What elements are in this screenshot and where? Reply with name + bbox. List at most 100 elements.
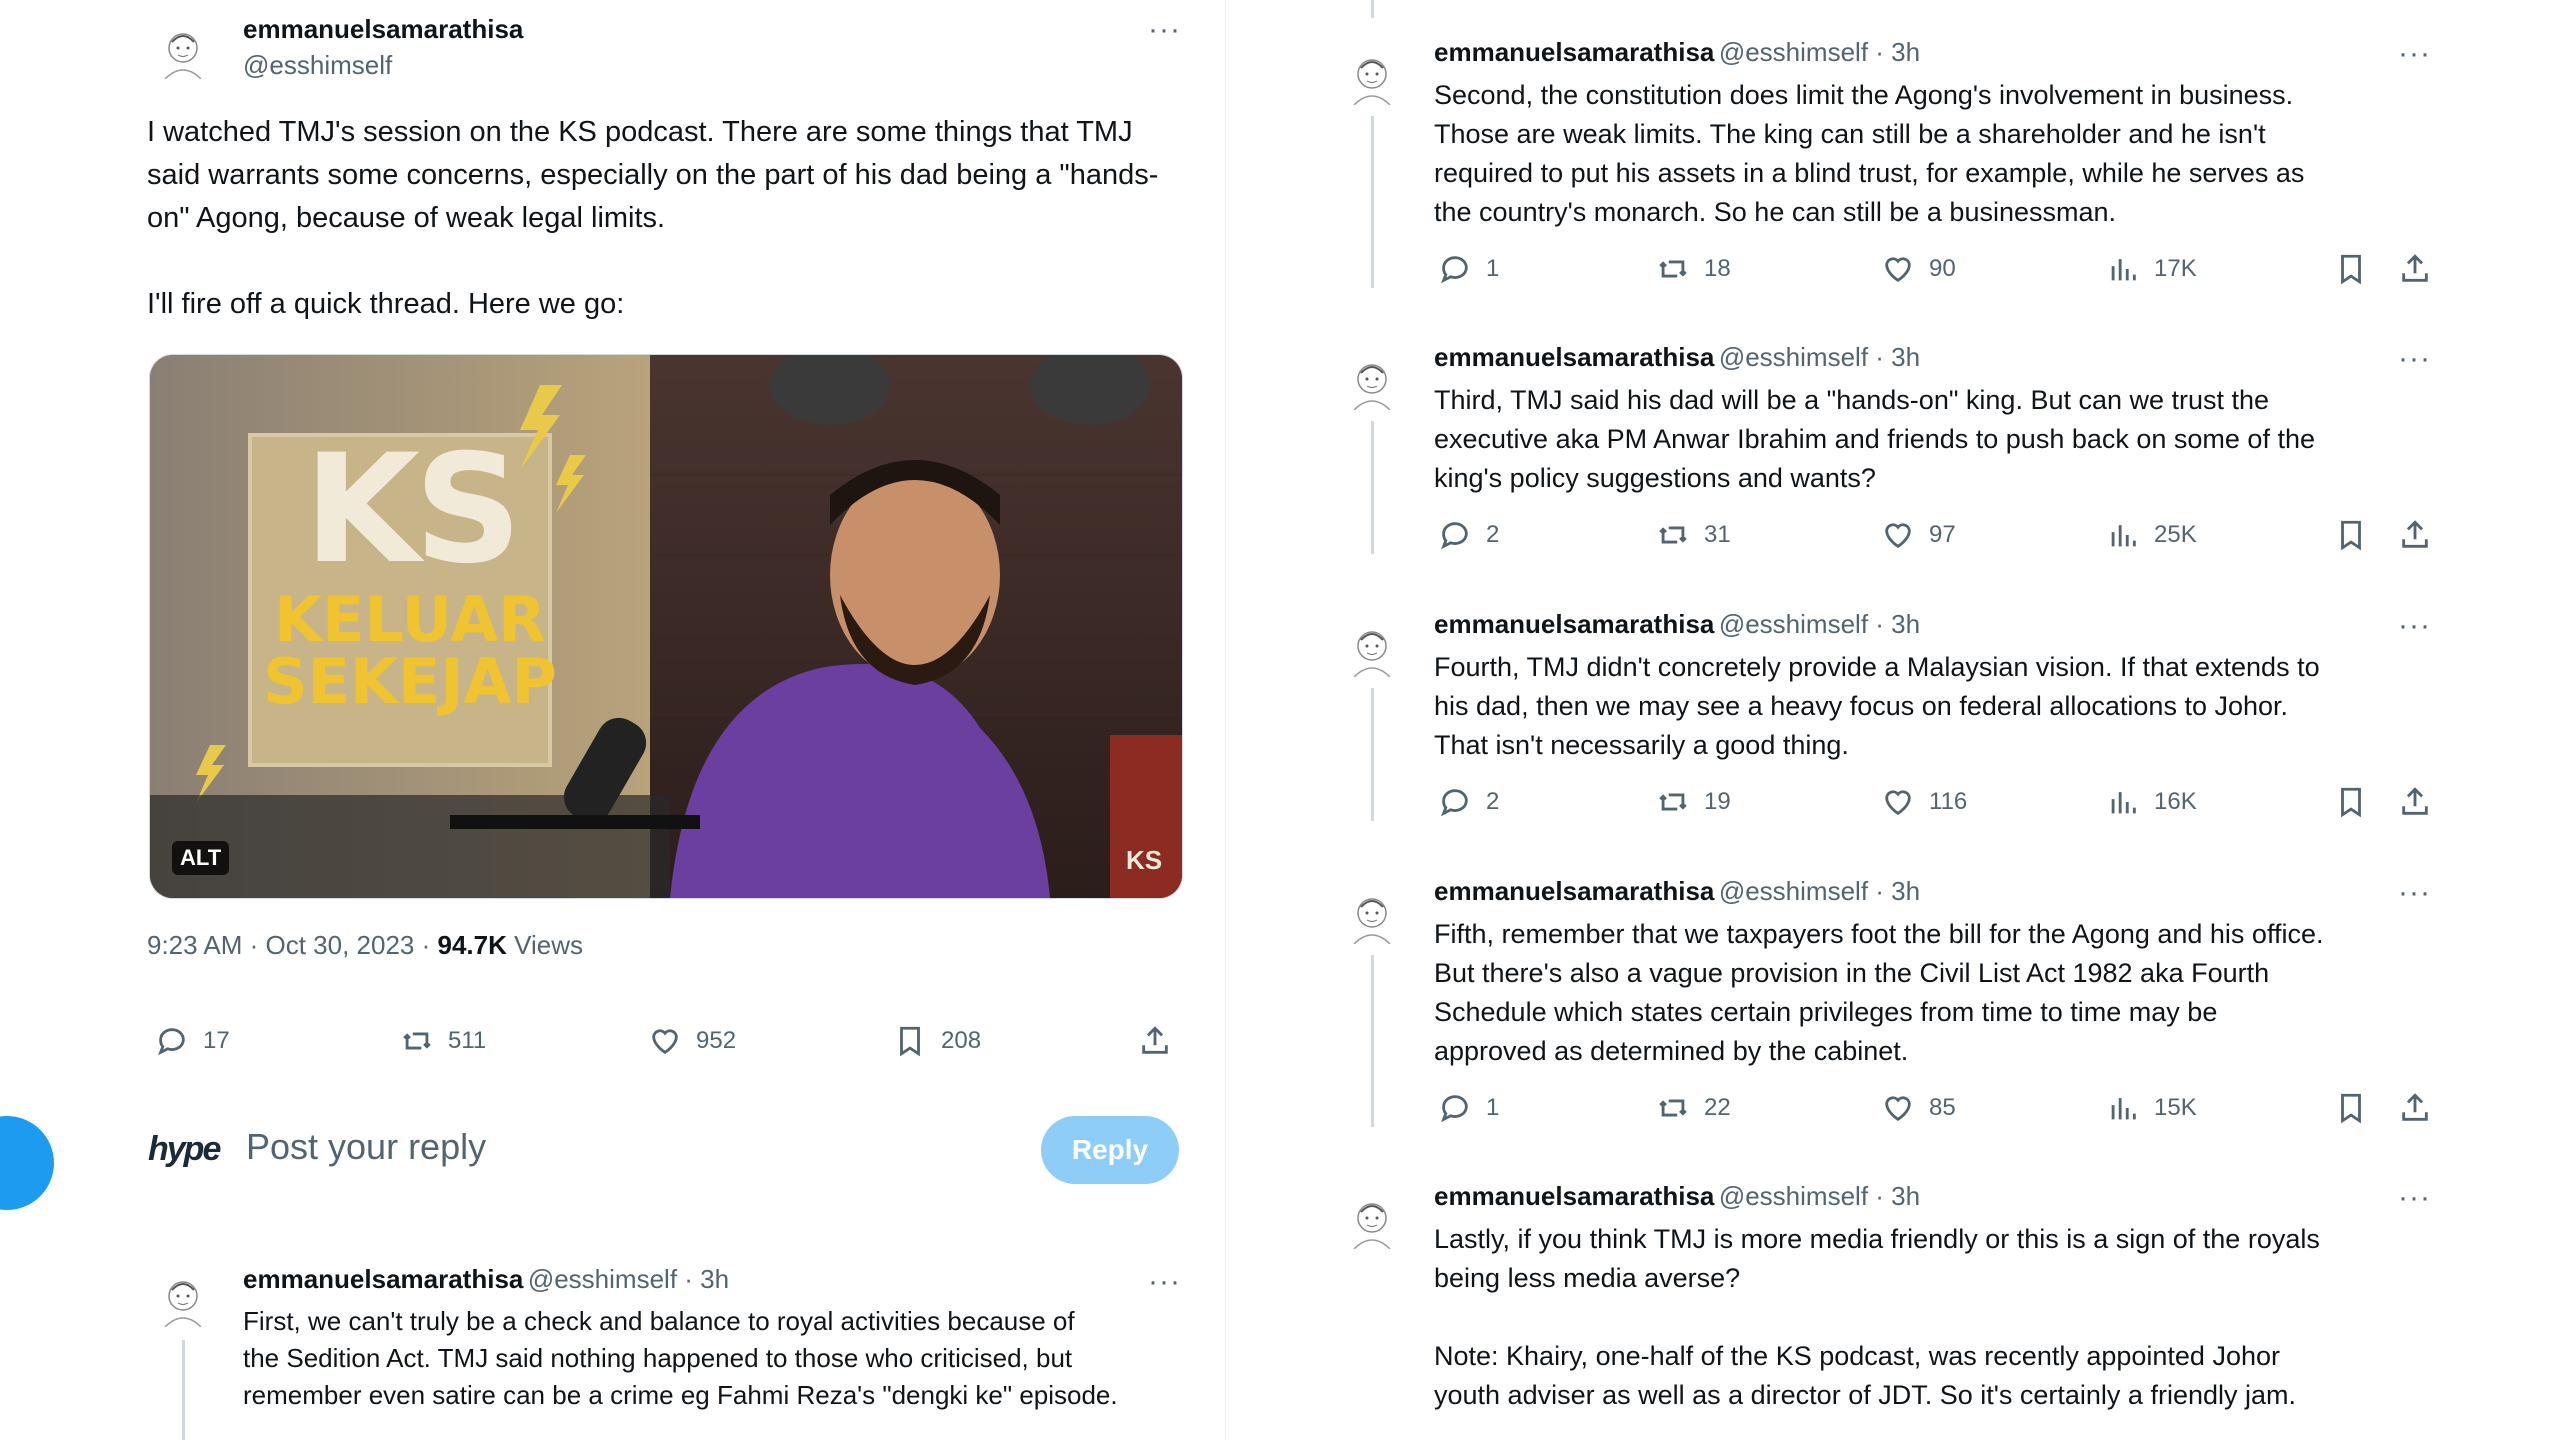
tweet-timestamp: 9:23 AM · Oct 30, 2023 · 94.7K Views: [147, 930, 583, 961]
reply-action[interactable]: 2: [1438, 518, 1499, 552]
author-name[interactable]: emmanuelsamarathisa: [1434, 1181, 1714, 1211]
like-action[interactable]: 90: [1881, 252, 1956, 286]
tweet-text: Fourth, TMJ didn't concretely provide a …: [1434, 652, 2320, 760]
thread-author-avatar[interactable]: [1339, 1188, 1405, 1254]
reply-count: 2: [1486, 788, 1500, 815]
bookmark-icon: [2341, 254, 2361, 285]
tweet-media[interactable]: KS KELUAR SEKEJAP ALT KS: [149, 354, 1183, 899]
bookmark-action[interactable]: [2334, 1091, 2368, 1125]
more-options-icon[interactable]: ···: [1148, 1267, 1181, 1297]
author-name[interactable]: emmanuelsamarathisa: [243, 14, 523, 45]
sketch-portrait-icon: [1352, 1203, 1392, 1251]
views-action[interactable]: 16K: [2106, 785, 2197, 819]
retweet-count: 19: [1704, 788, 1731, 815]
tweet-time[interactable]: · 3h: [1868, 1181, 1920, 1211]
reply-icon: [1441, 522, 1468, 550]
reply-action[interactable]: 17: [155, 1024, 230, 1058]
tweet-time[interactable]: · 3h: [1868, 876, 1920, 906]
like-action[interactable]: 952: [648, 1024, 736, 1058]
more-options-icon[interactable]: ···: [2398, 1183, 2431, 1213]
bookmark-action[interactable]: [2334, 518, 2368, 552]
reply-action[interactable]: 1: [1438, 252, 1499, 286]
thread-author-avatar[interactable]: [150, 1266, 216, 1332]
tweet-text: Second, the constitution does limit the …: [1434, 80, 2305, 227]
share-icon: [2402, 1093, 2428, 1121]
reply-icon: [1441, 256, 1468, 284]
more-options-icon[interactable]: ···: [2398, 39, 2431, 69]
author-handle[interactable]: @esshimself: [528, 1264, 677, 1294]
like-action[interactable]: 97: [1881, 518, 1956, 552]
author-name[interactable]: emmanuelsamarathisa: [1434, 876, 1714, 906]
author-name[interactable]: emmanuelsamarathisa: [1434, 342, 1714, 372]
bookmark-icon: [2341, 520, 2361, 551]
views-action[interactable]: 17K: [2106, 252, 2197, 286]
tweet-time[interactable]: · 3h: [1868, 342, 1920, 372]
author-handle[interactable]: @esshimself: [1719, 876, 1868, 906]
retweet-action[interactable]: 22: [1656, 1091, 1731, 1125]
like-count: 85: [1929, 1094, 1956, 1121]
author-handle[interactable]: @esshimself: [1719, 342, 1868, 372]
retweet-icon: [1659, 793, 1687, 811]
retweet-action[interactable]: 31: [1656, 518, 1731, 552]
tweet-time[interactable]: · 3h: [677, 1264, 729, 1294]
heart-icon: [1885, 523, 1911, 549]
retweet-icon: [1659, 526, 1687, 544]
share-action[interactable]: [2398, 518, 2432, 552]
more-options-icon[interactable]: ···: [1148, 15, 1181, 45]
thread-tweet-header: emmanuelsamarathisa @esshimself · 3h: [243, 1264, 729, 1295]
thread-author-avatar[interactable]: [1339, 616, 1405, 682]
more-options-icon[interactable]: ···: [2398, 611, 2431, 641]
share-action[interactable]: [2398, 785, 2432, 819]
share-action[interactable]: [2398, 1091, 2432, 1125]
retweet-action[interactable]: 511: [400, 1024, 486, 1058]
main-tweet-panel: emmanuelsamarathisa @esshimself ··· I wa…: [0, 0, 1225, 1440]
views-icon: [2111, 259, 2136, 281]
author-handle[interactable]: @esshimself: [1719, 609, 1868, 639]
retweet-action[interactable]: 18: [1656, 252, 1731, 286]
more-options-icon[interactable]: ···: [2398, 878, 2431, 908]
author-handle[interactable]: @esshimself: [1719, 37, 1868, 67]
views-action[interactable]: 15K: [2106, 1091, 2197, 1125]
bookmark-action[interactable]: [2334, 252, 2368, 286]
reply-button[interactable]: Reply: [1041, 1116, 1179, 1184]
sketch-portrait-icon: [1352, 364, 1392, 412]
share-icon: [1142, 1026, 1168, 1054]
tweet-time[interactable]: · 3h: [1868, 37, 1920, 67]
author-avatar[interactable]: [150, 18, 216, 84]
reply-action[interactable]: 2: [1438, 785, 1499, 819]
reply-action[interactable]: 1: [1438, 1091, 1499, 1125]
views-count: 17K: [2154, 255, 2197, 282]
reply-icon: [1441, 1095, 1468, 1123]
views-icon: [2111, 525, 2136, 547]
views-count: 16K: [2154, 788, 2197, 815]
bookmark-action[interactable]: 208: [893, 1024, 981, 1058]
author-handle[interactable]: @esshimself: [243, 50, 392, 81]
share-icon: [2402, 254, 2428, 282]
share-action[interactable]: [2398, 252, 2432, 286]
views-label: Views: [506, 930, 583, 960]
author-handle[interactable]: @esshimself: [1719, 1181, 1868, 1211]
thread-author-avatar[interactable]: [1339, 349, 1405, 415]
share-action[interactable]: [1138, 1024, 1172, 1058]
sketch-portrait-icon: [1352, 59, 1392, 107]
like-action[interactable]: 116: [1881, 785, 1967, 819]
author-name[interactable]: emmanuelsamarathisa: [1434, 609, 1714, 639]
more-options-icon[interactable]: ···: [2398, 344, 2431, 374]
logo-sekejap: SEKEJAP: [263, 645, 557, 718]
timestamp-text[interactable]: 9:23 AM · Oct 30, 2023 ·: [147, 930, 437, 960]
retweet-action[interactable]: 19: [1656, 785, 1731, 819]
heart-icon: [1885, 790, 1911, 816]
tweet-time[interactable]: · 3h: [1868, 609, 1920, 639]
author-name[interactable]: emmanuelsamarathisa: [243, 1264, 523, 1294]
author-name[interactable]: emmanuelsamarathisa: [1434, 37, 1714, 67]
like-action[interactable]: 85: [1881, 1091, 1956, 1125]
bookmark-action[interactable]: [2334, 785, 2368, 819]
views-action[interactable]: 25K: [2106, 518, 2197, 552]
reply-icon: [158, 1028, 185, 1056]
sketch-portrait-icon: [1352, 631, 1392, 679]
thread-author-avatar[interactable]: [1339, 44, 1405, 110]
heart-icon: [1885, 257, 1911, 283]
alt-badge[interactable]: ALT: [172, 841, 230, 875]
reply-input[interactable]: Post your reply: [246, 1126, 486, 1168]
thread-author-avatar[interactable]: [1339, 883, 1405, 949]
